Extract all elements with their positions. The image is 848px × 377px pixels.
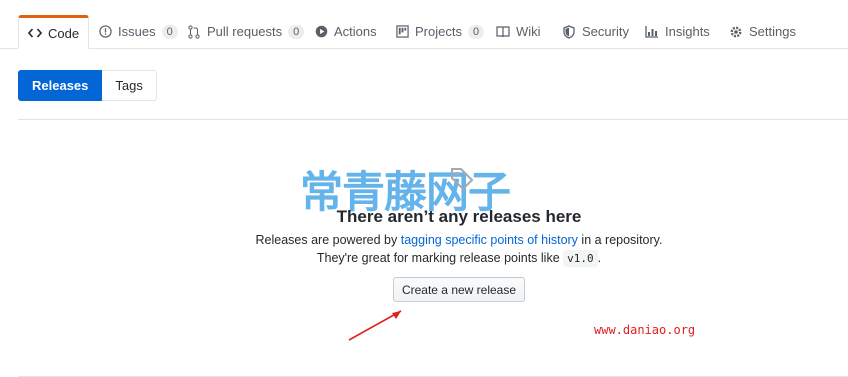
tab-settings-label: Settings bbox=[749, 24, 796, 39]
description-suffix: in a repository. bbox=[577, 233, 663, 247]
issues-counter: 0 bbox=[161, 24, 178, 39]
tagging-docs-link[interactable]: tagging specific points of history bbox=[401, 233, 578, 247]
play-icon bbox=[314, 25, 328, 39]
blankslate-description-2: They're great for marking release points… bbox=[0, 250, 848, 267]
git-pull-request-icon bbox=[187, 24, 201, 39]
tab-projects[interactable]: Projects 0 bbox=[386, 15, 493, 48]
shield-icon bbox=[562, 24, 576, 39]
tab-pull-requests-label: Pull requests bbox=[207, 24, 283, 39]
tab-actions-label: Actions bbox=[334, 24, 377, 39]
watermark-url: www.daniao.org bbox=[594, 323, 696, 337]
tab-insights-label: Insights bbox=[665, 24, 710, 39]
tab-issues-label: Issues bbox=[118, 24, 156, 39]
blankslate-title: There aren’t any releases here bbox=[336, 207, 582, 226]
releases-subnav: Releases Tags bbox=[18, 70, 157, 101]
annotation-arrow bbox=[345, 305, 407, 348]
projects-counter: 0 bbox=[467, 24, 485, 39]
tab-code-label: Code bbox=[48, 25, 80, 41]
description-prefix: Releases are powered by bbox=[255, 233, 401, 247]
tab-projects-label: Projects bbox=[415, 24, 462, 39]
pull-requests-counter: 0 bbox=[288, 24, 305, 39]
tab-actions[interactable]: Actions bbox=[305, 15, 386, 48]
issue-opened-icon bbox=[98, 25, 112, 39]
tab-wiki[interactable]: Wiki bbox=[487, 15, 550, 48]
tab-insights[interactable]: Insights bbox=[636, 15, 719, 48]
tab-code[interactable]: Code bbox=[18, 15, 90, 49]
tab-security-label: Security bbox=[582, 24, 629, 39]
version-code: v1.0 bbox=[563, 250, 598, 267]
tab-security[interactable]: Security bbox=[553, 15, 638, 48]
create-release-button[interactable]: Create a new release bbox=[393, 277, 525, 302]
tab-settings[interactable]: Settings bbox=[720, 15, 805, 48]
description2-prefix: They're great for marking release points… bbox=[316, 251, 564, 265]
blankslate-description: Releases are powered by tagging specific… bbox=[0, 233, 848, 247]
graph-icon bbox=[645, 25, 659, 39]
code-icon bbox=[28, 26, 42, 40]
subnav-tags[interactable]: Tags bbox=[102, 70, 157, 101]
tab-issues[interactable]: Issues 0 bbox=[89, 15, 187, 48]
tab-pull-requests[interactable]: Pull requests 0 bbox=[178, 15, 313, 48]
repo-tab-bar: Code Issues 0 Pull requests 0 Actions Pr… bbox=[0, 15, 848, 49]
subnav-releases[interactable]: Releases bbox=[18, 70, 103, 101]
gear-icon bbox=[729, 25, 743, 39]
book-icon bbox=[496, 25, 510, 39]
tab-wiki-label: Wiki bbox=[516, 24, 541, 39]
project-icon bbox=[395, 25, 409, 39]
tag-icon bbox=[449, 166, 475, 192]
divider bbox=[18, 119, 848, 120]
description2-suffix: . bbox=[597, 251, 602, 265]
